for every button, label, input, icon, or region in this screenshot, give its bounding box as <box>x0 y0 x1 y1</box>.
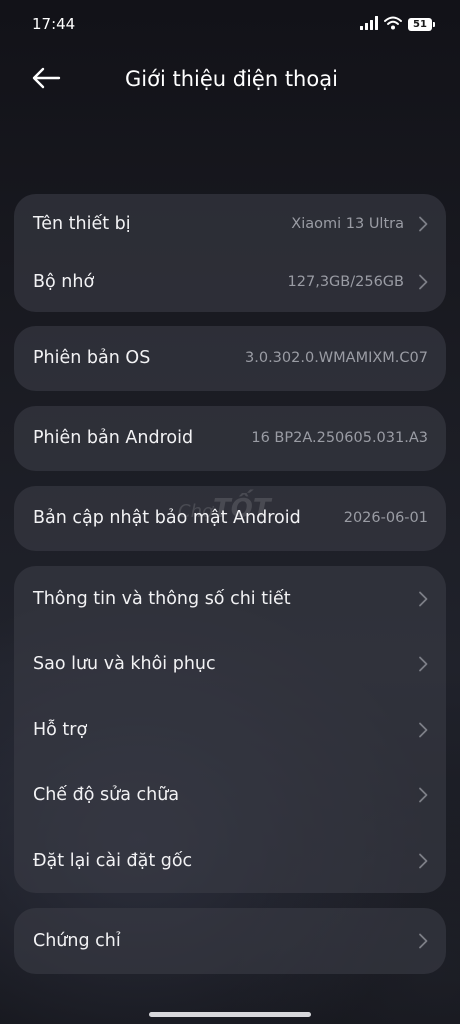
chevron-right-icon <box>416 786 430 804</box>
os-version-row[interactable]: Phiên bản OS 3.0.302.0.WMAMIXM.C07 <box>14 328 446 388</box>
security-patch-value: 2026-06-01 <box>343 510 428 526</box>
signal-icon <box>360 15 378 34</box>
backup-restore-label: Sao lưu và khôi phục <box>33 654 216 674</box>
chevron-right-icon <box>416 655 430 673</box>
device-name-label: Tên thiết bị <box>33 214 131 234</box>
more-options-card: Thông tin và thông số chi tiết Sao lưu v… <box>14 566 446 893</box>
os-version-card: Phiên bản OS 3.0.302.0.WMAMIXM.C07 <box>14 326 446 391</box>
android-version-value: 16 BP2A.250605.031.A3 <box>251 430 428 446</box>
chevron-right-icon <box>416 590 430 608</box>
support-label: Hỗ trợ <box>33 720 88 740</box>
storage-value: 127,3GB/256GB <box>287 274 404 290</box>
support-row[interactable]: Hỗ trợ <box>14 700 446 760</box>
repair-mode-label: Chế độ sửa chữa <box>33 785 180 805</box>
battery-icon: 51 <box>408 17 435 31</box>
chevron-right-icon <box>416 721 430 739</box>
watermark: ChợTỐT <box>178 494 271 524</box>
status-icons: 51 <box>360 14 435 34</box>
os-version-label: Phiên bản OS <box>33 348 151 368</box>
storage-label: Bộ nhớ <box>33 272 95 292</box>
chevron-right-icon <box>416 215 430 233</box>
page-title: Giới thiệu điện thoại <box>125 67 338 91</box>
header: Giới thiệu điện thoại <box>0 50 460 110</box>
certificate-label: Chứng chỉ <box>33 931 121 951</box>
back-button[interactable] <box>22 56 70 104</box>
android-version-label: Phiên bản Android <box>33 428 194 448</box>
chevron-right-icon <box>416 852 430 870</box>
detailed-specs-row[interactable]: Thông tin và thông số chi tiết <box>14 569 446 629</box>
detailed-specs-label: Thông tin và thông số chi tiết <box>33 589 291 609</box>
device-name-row[interactable]: Tên thiết bị Xiaomi 13 Ultra <box>14 194 446 254</box>
arrow-left-icon <box>31 67 61 93</box>
repair-mode-row[interactable]: Chế độ sửa chữa <box>14 765 446 825</box>
watermark-brand: TỐT <box>213 494 271 524</box>
status-bar: 17:44 51 <box>0 0 460 50</box>
backup-restore-row[interactable]: Sao lưu và khôi phục <box>14 634 446 694</box>
storage-row[interactable]: Bộ nhớ 127,3GB/256GB <box>14 252 446 312</box>
os-version-value: 3.0.302.0.WMAMIXM.C07 <box>245 350 428 366</box>
certificate-card: Chứng chỉ <box>14 908 446 974</box>
factory-reset-label: Đặt lại cài đặt gốc <box>33 851 193 871</box>
factory-reset-row[interactable]: Đặt lại cài đặt gốc <box>14 831 446 891</box>
status-time: 17:44 <box>32 15 76 33</box>
certificate-row[interactable]: Chứng chỉ <box>14 911 446 971</box>
android-version-row[interactable]: Phiên bản Android 16 BP2A.250605.031.A3 <box>14 408 446 468</box>
device-name-value: Xiaomi 13 Ultra <box>291 216 404 232</box>
wifi-icon <box>384 15 402 34</box>
device-info-card: Tên thiết bị Xiaomi 13 Ultra Bộ nhớ 127,… <box>14 194 446 312</box>
chevron-right-icon <box>416 273 430 291</box>
watermark-prefix: Chợ <box>178 501 213 522</box>
chevron-right-icon <box>416 932 430 950</box>
home-indicator[interactable] <box>149 1012 311 1017</box>
battery-level: 51 <box>413 18 427 30</box>
android-version-card: Phiên bản Android 16 BP2A.250605.031.A3 <box>14 406 446 471</box>
